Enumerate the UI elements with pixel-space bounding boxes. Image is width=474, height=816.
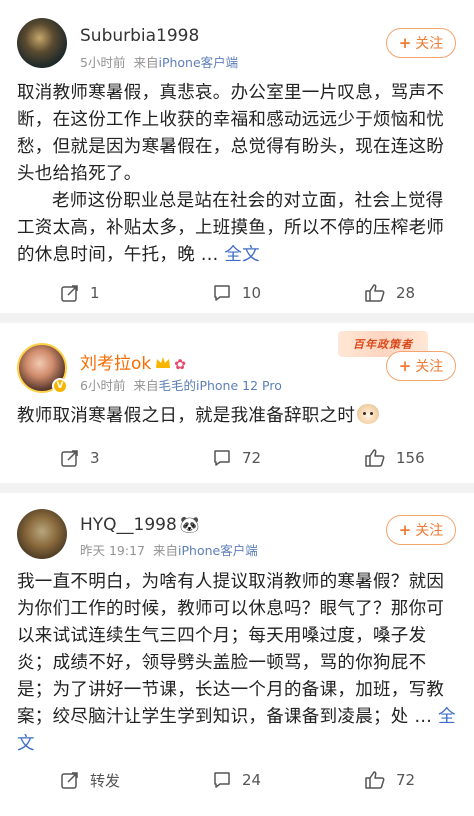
like-button[interactable]: 28 xyxy=(364,278,415,308)
post-time: 6小时前 xyxy=(80,378,126,393)
follow-button[interactable]: + 关注 xyxy=(386,28,456,58)
post-time: 昨天 19:17 xyxy=(80,543,145,558)
comment-count: 10 xyxy=(242,284,262,302)
comment-button[interactable]: 24 xyxy=(212,765,261,795)
source-prefix: 来自 xyxy=(133,378,159,393)
repost-button[interactable]: 3 xyxy=(60,443,100,473)
hamster-emoji-icon xyxy=(357,404,380,424)
crown-icon xyxy=(156,357,171,368)
repost-label: 转发 xyxy=(90,771,121,790)
source-device[interactable]: iPhone客户端 xyxy=(178,543,258,558)
comment-icon xyxy=(212,283,232,303)
post-2: V 刘考拉ok ✿ 6小时前 来自毛毛的iPhone 12 Pro 百年政策者 + 关… xyxy=(0,323,474,483)
post-actions: 转发 24 72 xyxy=(0,765,474,795)
post-actions: 3 72 156 xyxy=(0,443,474,473)
plus-icon: + xyxy=(398,34,412,52)
source-prefix: 来自 xyxy=(153,543,179,558)
post-text: 教师取消寒暑假之日，就是我准备辞职之时 xyxy=(17,403,457,430)
like-count: 28 xyxy=(396,284,416,302)
like-button[interactable]: 72 xyxy=(364,765,415,795)
verified-badge: V xyxy=(52,378,68,394)
source-prefix: 来自 xyxy=(133,55,159,70)
thumbs-up-icon xyxy=(364,448,386,468)
thumbs-up-icon xyxy=(364,283,386,303)
comment-count: 72 xyxy=(242,449,262,467)
gift-icon: ✿ xyxy=(174,357,186,373)
like-count: 156 xyxy=(396,449,425,467)
repost-count: 1 xyxy=(90,284,100,302)
comment-button[interactable]: 10 xyxy=(212,278,261,308)
follow-button[interactable]: + 关注 xyxy=(386,351,456,381)
post-meta: 5小时前 来自iPhone客户端 xyxy=(80,52,238,71)
post-time: 5小时前 xyxy=(80,55,126,70)
post-paragraph: 取消教师寒暑假，真悲哀。办公室里一片叹息，骂声不断，在这份工作上收获的幸福和感动… xyxy=(17,83,445,184)
post-separator xyxy=(0,313,474,323)
post-paragraph: 老师这份职业总是站在社会的对立面，社会上觉得工资太高，补贴太多，上班摸鱼，所以不… xyxy=(17,191,445,265)
repost-icon xyxy=(60,448,80,468)
repost-button[interactable]: 转发 xyxy=(60,765,120,795)
repost-icon xyxy=(60,770,80,790)
plus-icon: + xyxy=(398,521,412,539)
post-meta: 6小时前 来自毛毛的iPhone 12 Pro xyxy=(80,375,282,394)
source-device[interactable]: iPhone客户端 xyxy=(158,55,238,70)
username[interactable]: Suburbia1998 xyxy=(80,26,199,46)
post-3: HYQ__1998 🐼 昨天 19:17 来自iPhone客户端 + 关注 我一直不明… xyxy=(0,493,474,816)
username[interactable]: HYQ__1998 🐼 xyxy=(80,515,200,535)
like-count: 72 xyxy=(396,771,416,789)
comment-button[interactable]: 72 xyxy=(212,443,261,473)
avatar[interactable] xyxy=(17,509,67,559)
thumbs-up-icon xyxy=(364,770,386,790)
repost-button[interactable]: 1 xyxy=(60,278,100,308)
post-text: 我一直不明白，为啥有人提议取消教师的寒暑假？就因为你们工作的时候，教师可以休息吗… xyxy=(17,572,456,754)
comment-count: 24 xyxy=(242,771,262,789)
post-1: Suburbia1998 5小时前 来自iPhone客户端 + 关注 取消教师寒暑假… xyxy=(0,0,474,313)
fulltext-link[interactable]: 全文 xyxy=(224,245,260,265)
avatar[interactable] xyxy=(17,18,67,68)
post-meta: 昨天 19:17 来自iPhone客户端 xyxy=(80,540,258,559)
repost-icon xyxy=(60,283,80,303)
comment-icon xyxy=(212,770,232,790)
username[interactable]: 刘考拉ok ✿ xyxy=(80,349,186,374)
panda-icon: 🐼 xyxy=(179,515,200,534)
repost-count: 3 xyxy=(90,449,100,467)
comment-icon xyxy=(212,448,232,468)
post-separator xyxy=(0,483,474,493)
like-button[interactable]: 156 xyxy=(364,443,425,473)
post-actions: 1 10 28 xyxy=(0,278,474,308)
source-device[interactable]: 毛毛的iPhone 12 Pro xyxy=(158,378,281,393)
post-text: 取消教师寒暑假，真悲哀。办公室里一片叹息，骂声不断，在这份工作上收获的幸福和感动… xyxy=(17,80,457,269)
plus-icon: + xyxy=(398,357,412,375)
follow-button[interactable]: + 关注 xyxy=(386,515,456,545)
